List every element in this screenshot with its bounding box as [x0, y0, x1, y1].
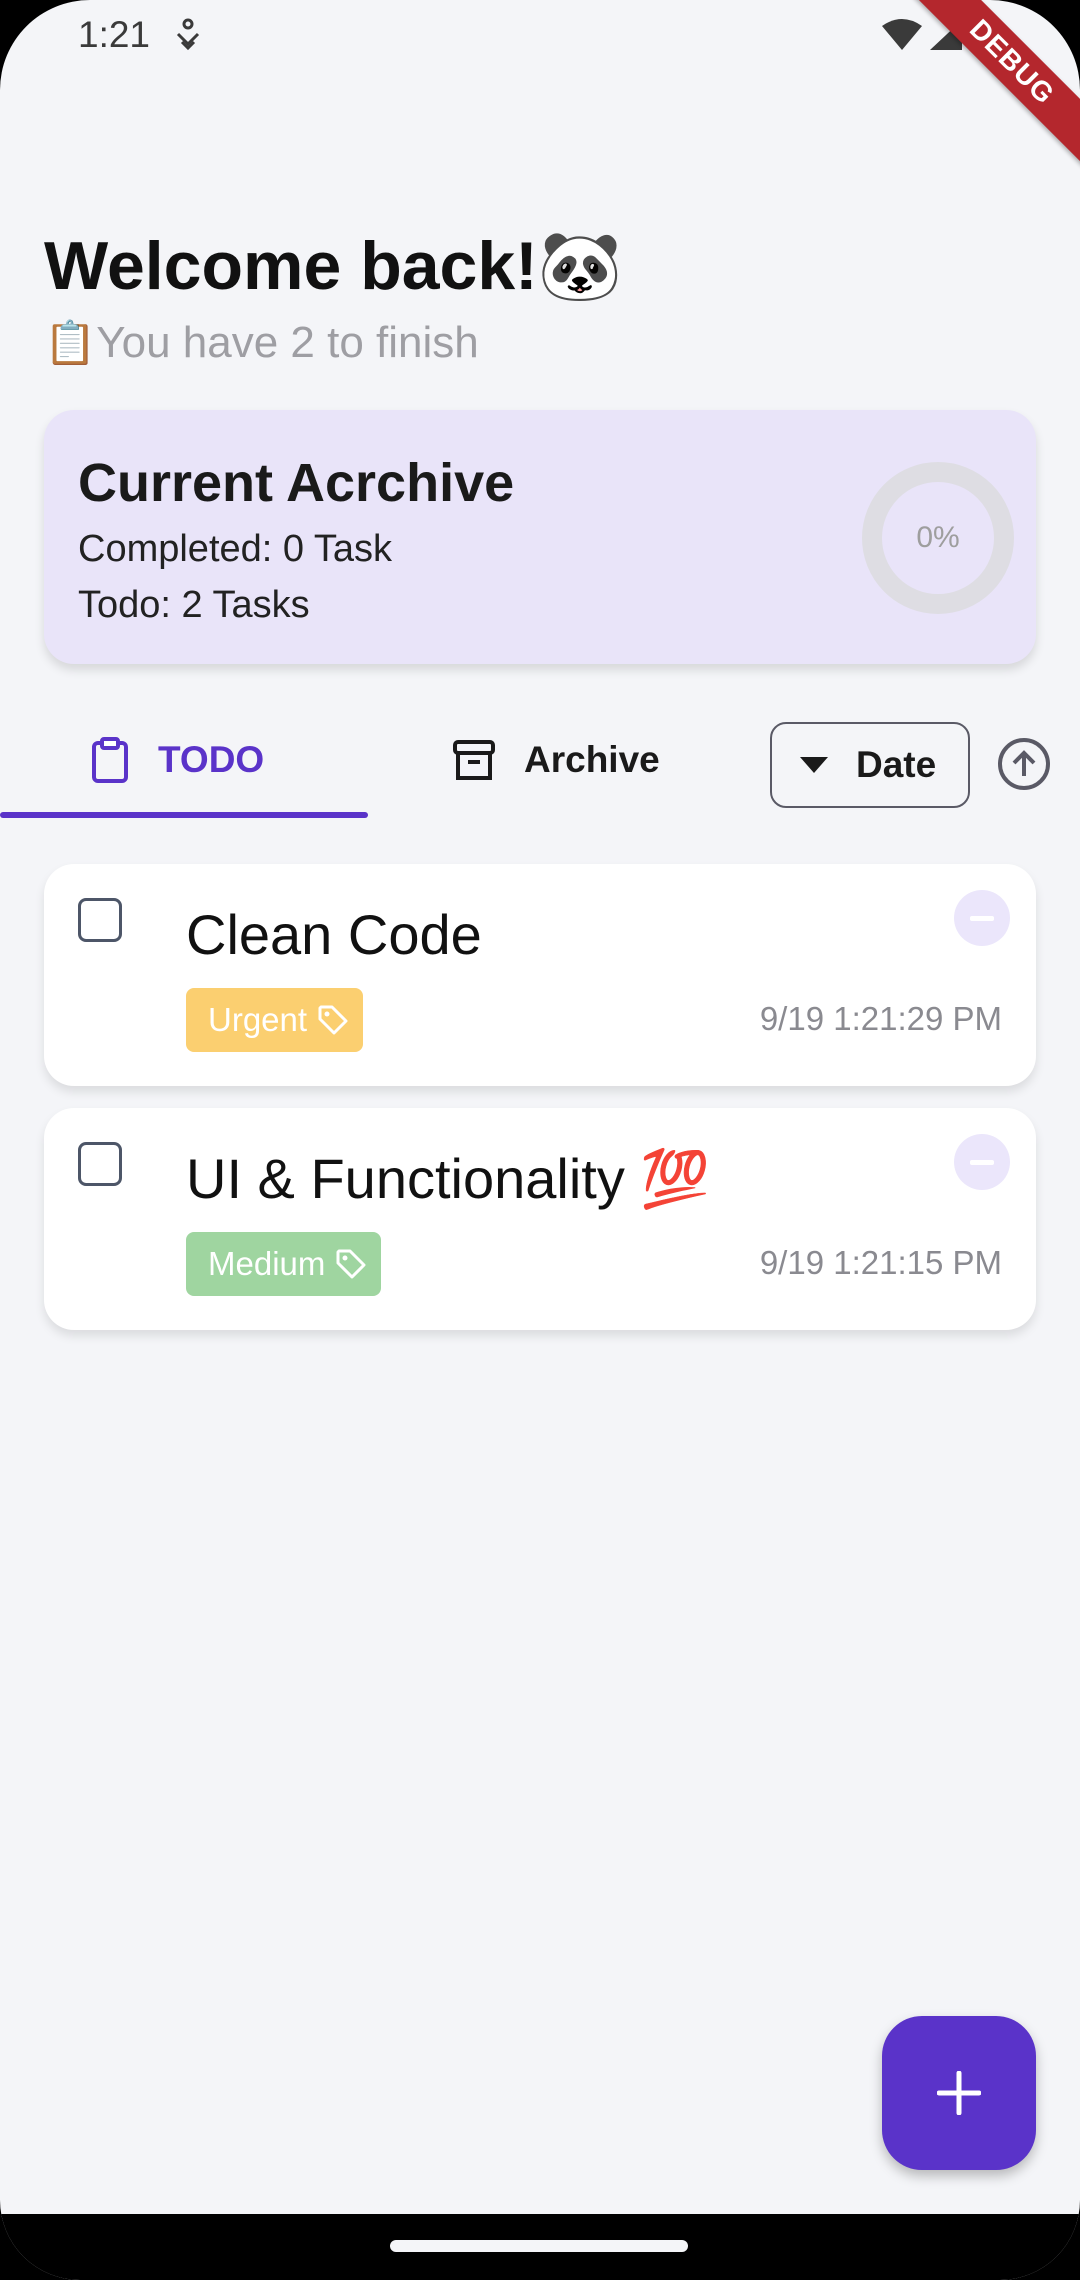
summary-card: Current Acrchive Completed: 0 Task Todo:…: [44, 410, 1036, 664]
todo-count: Todo: 2 Tasks: [78, 584, 310, 626]
tab-bar: TODO Archive Date: [0, 700, 1080, 820]
task-checkbox[interactable]: [78, 1142, 122, 1186]
sort-dropdown[interactable]: Date: [770, 722, 970, 808]
task-checkbox[interactable]: [78, 898, 122, 942]
status-bar: 1:21 DEBUG: [0, 0, 1080, 170]
add-task-button[interactable]: [882, 2016, 1036, 2170]
task-card[interactable]: UI & Functionality 💯 Medium 9/19 1:21:15…: [44, 1108, 1036, 1330]
task-priority-tag: Urgent: [186, 988, 364, 1052]
task-priority-tag: Medium: [186, 1232, 382, 1296]
clipboard-icon: [92, 737, 128, 783]
summary-title: Current Acrchive: [78, 453, 515, 513]
clipboard-emoji: 📋: [44, 319, 97, 366]
tab-indicator: [0, 812, 368, 818]
app-screen: 1:21 DEBUG Welcome back!🐼 📋You have 2 to…: [0, 0, 1080, 2280]
archive-box-icon: [453, 740, 495, 780]
wifi-icon: [882, 19, 922, 50]
remove-task-button[interactable]: [954, 1134, 1010, 1190]
arrow-up-circle-icon[interactable]: [996, 736, 1052, 792]
task-date: 9/19 1:21:29 PM: [759, 1000, 1002, 1037]
tasks-remaining-subtitle: 📋You have 2 to finish: [44, 318, 479, 368]
subtitle-text: You have 2 to finish: [96, 318, 479, 367]
task-priority-label: Urgent: [208, 1001, 308, 1038]
person-sync-icon: [176, 18, 200, 51]
status-time: 1:21: [78, 14, 151, 55]
progress-percentage: 0%: [916, 521, 960, 554]
tab-todo[interactable]: TODO: [90, 700, 264, 820]
task-title: UI & Functionality 💯: [186, 1147, 711, 1210]
tab-archive-label: Archive: [524, 739, 660, 780]
remove-task-button[interactable]: [954, 890, 1010, 946]
completed-count: Completed: 0 Task: [78, 528, 393, 570]
task-priority-label: Medium: [208, 1245, 326, 1282]
sort-dropdown-label: Date: [856, 744, 937, 785]
tab-archive[interactable]: Archive: [452, 700, 660, 820]
tab-todo-label: TODO: [158, 739, 265, 780]
dropdown-triangle-icon: [800, 757, 828, 773]
plus-icon: [937, 2071, 981, 2115]
task-card[interactable]: Clean Code Urgent 9/19 1:21:29 PM: [44, 864, 1036, 1086]
task-date: 9/19 1:21:15 PM: [759, 1244, 1002, 1281]
home-indicator[interactable]: [390, 2240, 688, 2252]
tag-icon: [318, 1005, 348, 1035]
tag-icon: [336, 1249, 366, 1279]
welcome-title: Welcome back!🐼: [44, 228, 623, 304]
task-title: Clean Code: [186, 903, 482, 966]
